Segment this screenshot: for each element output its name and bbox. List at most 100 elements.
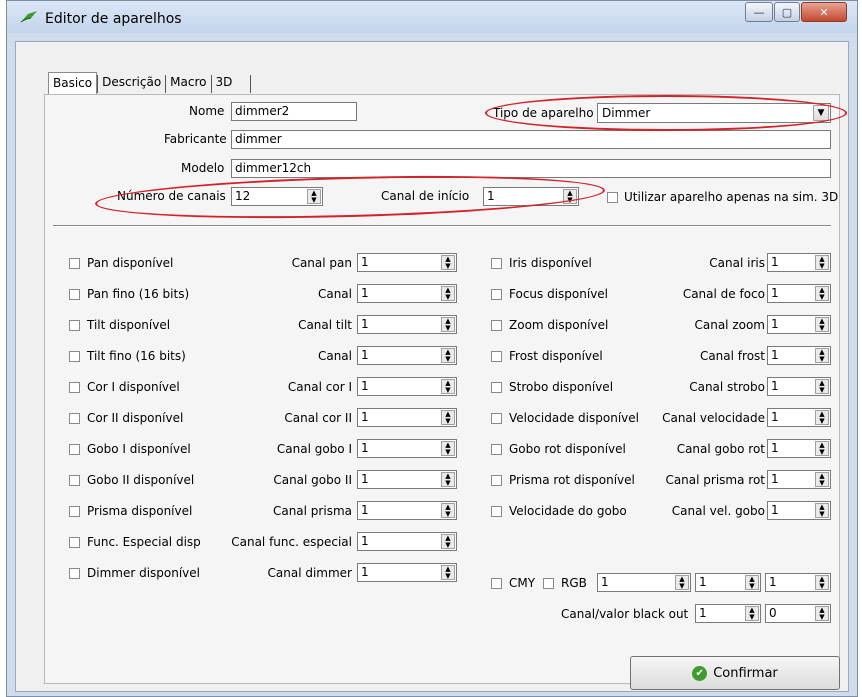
spin-arrows-icon[interactable]: ▲ ▼ xyxy=(815,441,829,456)
color-channel-1-spinner[interactable]: 1 ▲ ▼ xyxy=(597,573,691,592)
left-row-checkbox[interactable] xyxy=(69,413,80,424)
spin-arrows-icon[interactable]: ▲ ▼ xyxy=(441,286,455,301)
right-row-channel-spinner[interactable]: 1 ▲ ▼ xyxy=(767,501,831,520)
left-row-checkbox[interactable] xyxy=(69,475,80,486)
spin-arrows-icon[interactable]: ▲ ▼ xyxy=(815,348,829,363)
left-row-label: Tilt fino (16 bits) xyxy=(87,349,186,363)
tab-3d[interactable]: 3D xyxy=(212,72,251,94)
right-row-channel-spinner[interactable]: 1 ▲ ▼ xyxy=(767,346,831,365)
right-row-label: Frost disponível xyxy=(509,349,603,363)
spin-arrows-icon[interactable]: ▲ ▼ xyxy=(441,441,455,456)
blackout-value-spinner[interactable]: 0 ▲ ▼ xyxy=(765,604,831,623)
right-row-channel-label: Canal gobo rot xyxy=(676,442,765,456)
spin-arrows-icon[interactable]: ▲ ▼ xyxy=(441,503,455,518)
left-row-checkbox[interactable] xyxy=(69,258,80,269)
left-row-channel-spinner[interactable]: 1 ▲ ▼ xyxy=(357,439,457,458)
spin-arrows-icon[interactable]: ▲ ▼ xyxy=(815,379,829,394)
spin-arrows-icon[interactable]: ▲ ▼ xyxy=(441,472,455,487)
left-row-channel-spinner[interactable]: 1 ▲ ▼ xyxy=(357,315,457,334)
left-row-channel-spinner[interactable]: 1 ▲ ▼ xyxy=(357,532,457,551)
spin-arrows-icon[interactable]: ▲ ▼ xyxy=(441,348,455,363)
left-row-channel-spinner[interactable]: 1 ▲ ▼ xyxy=(357,284,457,303)
color-channel-3-spinner[interactable]: 1 ▲ ▼ xyxy=(765,573,831,592)
left-row-checkbox[interactable] xyxy=(69,320,80,331)
left-row-checkbox[interactable] xyxy=(69,289,80,300)
spin-arrows-icon[interactable]: ▲ ▼ xyxy=(745,575,759,590)
spin-arrows-icon[interactable]: ▲ ▼ xyxy=(307,189,321,204)
left-row-channel-spinner[interactable]: 1 ▲ ▼ xyxy=(357,377,457,396)
left-row-channel-spinner[interactable]: 1 ▲ ▼ xyxy=(357,408,457,427)
maximize-button[interactable]: ▢ xyxy=(774,2,800,22)
right-row-channel-spinner[interactable]: 1 ▲ ▼ xyxy=(767,470,831,489)
spin-arrows-icon[interactable]: ▲ ▼ xyxy=(815,472,829,487)
right-row-checkbox[interactable] xyxy=(491,382,502,393)
tab-macro[interactable]: Macro xyxy=(166,72,210,94)
chevron-down-icon[interactable]: ▼ xyxy=(813,105,829,121)
right-row-channel-value: 1 xyxy=(771,410,779,424)
right-row-checkbox[interactable] xyxy=(491,258,502,269)
left-row-checkbox[interactable] xyxy=(69,537,80,548)
right-row-checkbox[interactable] xyxy=(491,320,502,331)
spin-arrows-icon[interactable]: ▲ ▼ xyxy=(441,379,455,394)
right-row-checkbox[interactable] xyxy=(491,506,502,517)
right-row-channel-spinner[interactable]: 1 ▲ ▼ xyxy=(767,439,831,458)
spin-arrows-icon[interactable]: ▲ ▼ xyxy=(563,189,577,204)
sim3d-only-checkbox[interactable] xyxy=(607,192,618,203)
spin-arrows-icon[interactable]: ▲ ▼ xyxy=(441,255,455,270)
rgb-checkbox[interactable] xyxy=(543,578,554,589)
left-row-channel-spinner[interactable]: 1 ▲ ▼ xyxy=(357,470,457,489)
spin-arrows-icon[interactable]: ▲ ▼ xyxy=(815,606,829,621)
confirm-button[interactable]: ✔ Confirmar xyxy=(630,656,840,690)
right-row-channel-spinner[interactable]: 1 ▲ ▼ xyxy=(767,284,831,303)
right-row-checkbox[interactable] xyxy=(491,444,502,455)
blackout-channel-spinner[interactable]: 1 ▲ ▼ xyxy=(695,604,761,623)
spin-arrows-icon[interactable]: ▲ ▼ xyxy=(815,286,829,301)
cmy-checkbox[interactable] xyxy=(491,578,502,589)
left-row-channel-spinner[interactable]: 1 ▲ ▼ xyxy=(357,563,457,582)
left-row-channel-spinner[interactable]: 1 ▲ ▼ xyxy=(357,501,457,520)
spin-arrows-icon[interactable]: ▲ ▼ xyxy=(441,565,455,580)
spin-arrows-icon[interactable]: ▲ ▼ xyxy=(675,575,689,590)
spin-arrows-icon[interactable]: ▲ ▼ xyxy=(441,410,455,425)
right-row-channel-spinner[interactable]: 1 ▲ ▼ xyxy=(767,253,831,272)
tab-basico[interactable]: Basico xyxy=(48,72,98,94)
right-row-checkbox[interactable] xyxy=(491,475,502,486)
spin-arrows-icon[interactable]: ▲ ▼ xyxy=(815,503,829,518)
close-button[interactable]: ✕ xyxy=(801,2,847,22)
spin-arrows-icon[interactable]: ▲ ▼ xyxy=(815,255,829,270)
right-row-channel-label: Canal vel. gobo xyxy=(671,504,765,518)
left-row-checkbox[interactable] xyxy=(69,382,80,393)
left-row-channel-label: Canal pan xyxy=(291,256,352,270)
left-row-checkbox[interactable] xyxy=(69,506,80,517)
spin-arrows-icon[interactable]: ▲ ▼ xyxy=(441,317,455,332)
left-row-checkbox[interactable] xyxy=(69,444,80,455)
fixture-type-select[interactable]: Dimmer ▼ xyxy=(597,103,831,123)
right-row-channel-spinner[interactable]: 1 ▲ ▼ xyxy=(767,408,831,427)
right-row-checkbox[interactable] xyxy=(491,351,502,362)
model-field[interactable]: dimmer12ch xyxy=(231,159,831,178)
tab-descricao[interactable]: Descrição xyxy=(98,72,165,94)
right-row-checkbox[interactable] xyxy=(491,413,502,424)
spin-arrows-icon[interactable]: ▲ ▼ xyxy=(815,317,829,332)
right-row-channel-spinner[interactable]: 1 ▲ ▼ xyxy=(767,377,831,396)
color-channel-2-spinner[interactable]: 1 ▲ ▼ xyxy=(695,573,761,592)
channel-count-spinner[interactable]: 12 ▲ ▼ xyxy=(231,187,323,206)
right-row-channel-value: 1 xyxy=(771,255,779,269)
name-field[interactable]: dimmer2 xyxy=(231,102,357,121)
title-bar[interactable]: Editor de aparelhos — ▢ ✕ xyxy=(7,1,857,33)
right-row-channel-spinner[interactable]: 1 ▲ ▼ xyxy=(767,315,831,334)
manufacturer-field[interactable]: dimmer xyxy=(231,130,831,149)
checkmark-icon: ✔ xyxy=(692,665,708,681)
spin-arrows-icon[interactable]: ▲ ▼ xyxy=(441,534,455,549)
right-row-checkbox[interactable] xyxy=(491,289,502,300)
left-row-channel-spinner[interactable]: 1 ▲ ▼ xyxy=(357,253,457,272)
left-row-checkbox[interactable] xyxy=(69,351,80,362)
left-row-checkbox[interactable] xyxy=(69,568,80,579)
spin-arrows-icon[interactable]: ▲ ▼ xyxy=(745,606,759,621)
start-channel-spinner[interactable]: 1 ▲ ▼ xyxy=(483,187,579,206)
spin-arrows-icon[interactable]: ▲ ▼ xyxy=(815,410,829,425)
minimize-button[interactable]: — xyxy=(745,2,773,22)
left-row-channel-spinner[interactable]: 1 ▲ ▼ xyxy=(357,346,457,365)
channel-count-label: Número de canais xyxy=(117,189,226,203)
spin-arrows-icon[interactable]: ▲ ▼ xyxy=(815,575,829,590)
